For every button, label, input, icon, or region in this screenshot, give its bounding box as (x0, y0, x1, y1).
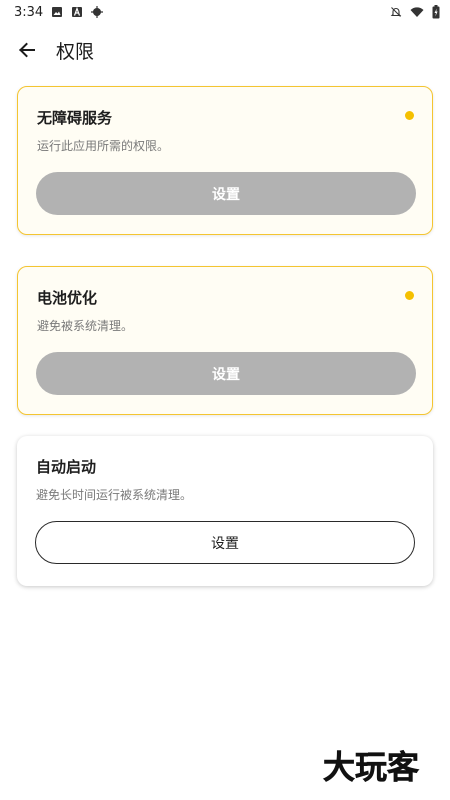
wifi-icon (410, 7, 424, 17)
card-accessibility: 无障碍服务 运行此应用所需的权限。 设置 (17, 86, 433, 235)
arrow-left-icon (19, 42, 35, 58)
card-title: 无障碍服务 (37, 109, 113, 127)
logo-watermark: 大玩客 大玩客 (322, 747, 420, 786)
text-a-icon (72, 6, 83, 17)
status-left: 3:34 (14, 4, 104, 20)
card-desc: 避免长时间运行被系统清理。 (36, 488, 193, 502)
battery-settings-button[interactable]: 设置 (36, 352, 416, 395)
page-title: 权限 (56, 40, 95, 63)
crosshair-icon (91, 6, 104, 18)
card-battery-optimization: 电池优化 避免被系统清理。 设置 (17, 266, 433, 415)
battery-charging-icon (432, 5, 440, 19)
status-time: 3:34 (14, 4, 44, 20)
status-right (390, 5, 440, 19)
card-title: 电池优化 (37, 289, 98, 307)
image-icon (52, 7, 63, 17)
status-dot (405, 291, 414, 300)
bell-off-icon (390, 7, 402, 17)
status-dot (405, 111, 414, 120)
card-auto-start: 自动启动 避免长时间运行被系统清理。 设置 (17, 436, 433, 586)
card-desc: 运行此应用所需的权限。 (37, 139, 170, 153)
app-bar: 权限 (0, 28, 450, 72)
auto-start-settings-button[interactable]: 设置 (35, 521, 415, 564)
accessibility-settings-button[interactable]: 设置 (36, 172, 416, 215)
back-button[interactable] (16, 39, 38, 61)
svg-text:大玩客: 大玩客 (323, 748, 419, 786)
status-bar: 3:34 (0, 0, 450, 24)
card-desc: 避免被系统清理。 (37, 319, 134, 333)
card-title: 自动启动 (36, 458, 97, 476)
